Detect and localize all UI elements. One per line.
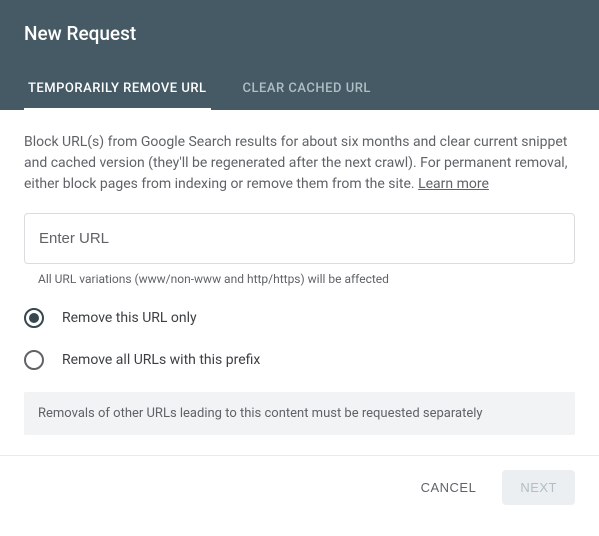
radio-icon	[24, 350, 44, 370]
tabs: TEMPORARILY REMOVE URL CLEAR CACHED URL	[24, 69, 575, 110]
learn-more-link[interactable]: Learn more	[418, 176, 489, 192]
dialog-title: New Request	[24, 22, 575, 45]
url-helper-text: All URL variations (www/non-www and http…	[24, 272, 575, 286]
description-text: Block URL(s) from Google Search results …	[24, 132, 575, 195]
tab-clear-cached[interactable]: CLEAR CACHED URL	[239, 69, 375, 110]
radio-remove-url-only[interactable]: Remove this URL only	[24, 308, 575, 328]
radio-remove-prefix[interactable]: Remove all URLs with this prefix	[24, 350, 575, 370]
radio-icon	[24, 308, 44, 328]
cancel-button[interactable]: CANCEL	[403, 470, 495, 505]
tab-temporarily-remove[interactable]: TEMPORARILY REMOVE URL	[24, 69, 211, 110]
radio-label: Remove all URLs with this prefix	[62, 352, 260, 368]
next-button[interactable]: NEXT	[502, 470, 575, 505]
dialog-content: Block URL(s) from Google Search results …	[0, 110, 599, 455]
dialog-header: New Request TEMPORARILY REMOVE URL CLEAR…	[0, 0, 599, 110]
dialog-footer: CANCEL NEXT	[0, 455, 599, 519]
url-input[interactable]	[24, 213, 575, 264]
radio-group: Remove this URL only Remove all URLs wit…	[24, 308, 575, 370]
note-box: Removals of other URLs leading to this c…	[24, 392, 575, 435]
radio-label: Remove this URL only	[62, 310, 197, 326]
